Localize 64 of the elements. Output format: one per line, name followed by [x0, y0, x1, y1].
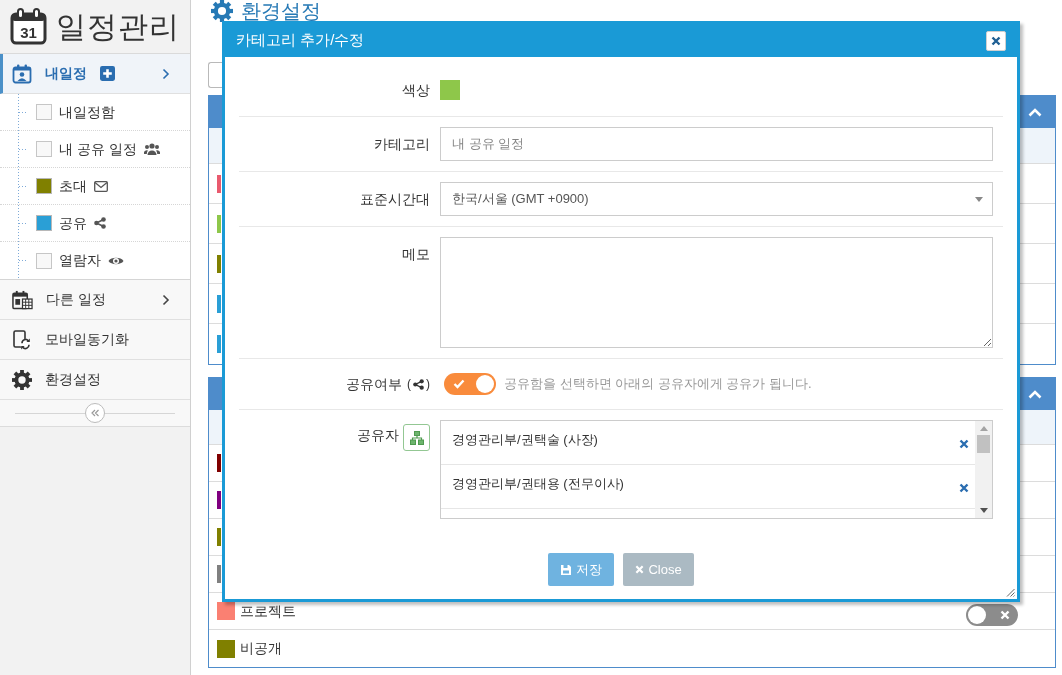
share-icon	[413, 378, 424, 390]
collapse-button[interactable]	[85, 403, 105, 423]
parenthesis-text: (	[407, 376, 411, 393]
settings-icon	[211, 0, 233, 22]
envelope-icon	[94, 180, 108, 192]
sharer-name: 경영관리부/권택술 (사장)	[452, 431, 598, 449]
settings-icon	[12, 369, 32, 390]
page-title: 환경설정	[241, 0, 321, 22]
help-text: 공유함을 선택하면 아래의 공유자에게 공유가 됩니다.	[504, 375, 812, 394]
visibility-toggle[interactable]	[966, 603, 1018, 626]
toolbar-button[interactable]	[208, 62, 222, 88]
field-label: 메모	[402, 245, 430, 264]
check-icon	[453, 379, 465, 389]
category-checkbox[interactable]	[36, 252, 52, 269]
org-chart-icon	[409, 430, 424, 445]
category-checkbox[interactable]	[36, 141, 52, 157]
field-label: 공유여부	[346, 375, 402, 394]
remove-icon[interactable]	[959, 483, 969, 493]
calendar-person-icon	[12, 63, 32, 84]
phone-sync-icon	[12, 329, 32, 350]
timezone-select[interactable]: 한국/서울 (GMT +0900)	[440, 182, 993, 216]
eye-icon	[108, 255, 124, 266]
field-label: 공유자	[357, 426, 399, 445]
calendar-grid-icon	[12, 289, 33, 310]
org-chart-button[interactable]	[403, 424, 430, 451]
share-toggle[interactable]	[444, 373, 496, 395]
category-checkbox[interactable]	[36, 178, 52, 194]
memo-field[interactable]	[440, 237, 993, 348]
caret-icon	[975, 196, 983, 202]
sharer-name: 경영관리부/권태용 (전무이사)	[452, 475, 624, 493]
category-checkbox[interactable]	[36, 104, 52, 120]
category-name: 비공개	[240, 639, 282, 658]
sidebar-menu-item[interactable]: 다른 일정	[0, 280, 190, 320]
chevron-up-icon[interactable]	[1028, 389, 1042, 399]
x-icon	[635, 565, 645, 574]
close-button[interactable]	[986, 30, 1006, 51]
remove-icon[interactable]	[959, 439, 969, 449]
scroll-up-icon[interactable]	[979, 426, 988, 431]
sidebar-menu-item[interactable]: 환경설정	[0, 360, 190, 400]
parenthesis-text: )	[426, 376, 430, 393]
x-icon	[1000, 609, 1010, 620]
scrollbar[interactable]	[975, 421, 992, 518]
category-input[interactable]: 내 공유 일정	[440, 127, 993, 161]
field-label: 표준시간대	[360, 190, 430, 209]
sidebar-menu-item[interactable]: 모바일동기화	[0, 320, 190, 360]
toggle-knob	[968, 605, 986, 624]
sidebar-menu-item[interactable]: 내일정	[0, 54, 190, 94]
resize-grip-icon[interactable]	[1005, 587, 1015, 597]
scrollbar-thumb[interactable]	[977, 435, 990, 453]
field-label: 색상	[402, 81, 430, 100]
toggle-knob	[476, 375, 494, 393]
close-icon	[991, 35, 1001, 46]
color-swatch[interactable]	[440, 80, 460, 100]
category-name: 프로젝트	[240, 601, 296, 621]
add-icon[interactable]	[100, 66, 115, 81]
category-checkbox[interactable]	[36, 215, 52, 231]
users-icon	[143, 143, 160, 155]
double-chevron-left-icon	[90, 408, 100, 418]
dialog-title: 카테고리 추가/수정	[236, 30, 365, 51]
chevron-up-icon[interactable]	[1028, 107, 1042, 117]
scroll-down-icon[interactable]	[979, 508, 988, 513]
share-icon	[94, 217, 106, 229]
field-label: 카테고리	[374, 135, 430, 154]
app-title: 일정관리	[56, 8, 180, 45]
